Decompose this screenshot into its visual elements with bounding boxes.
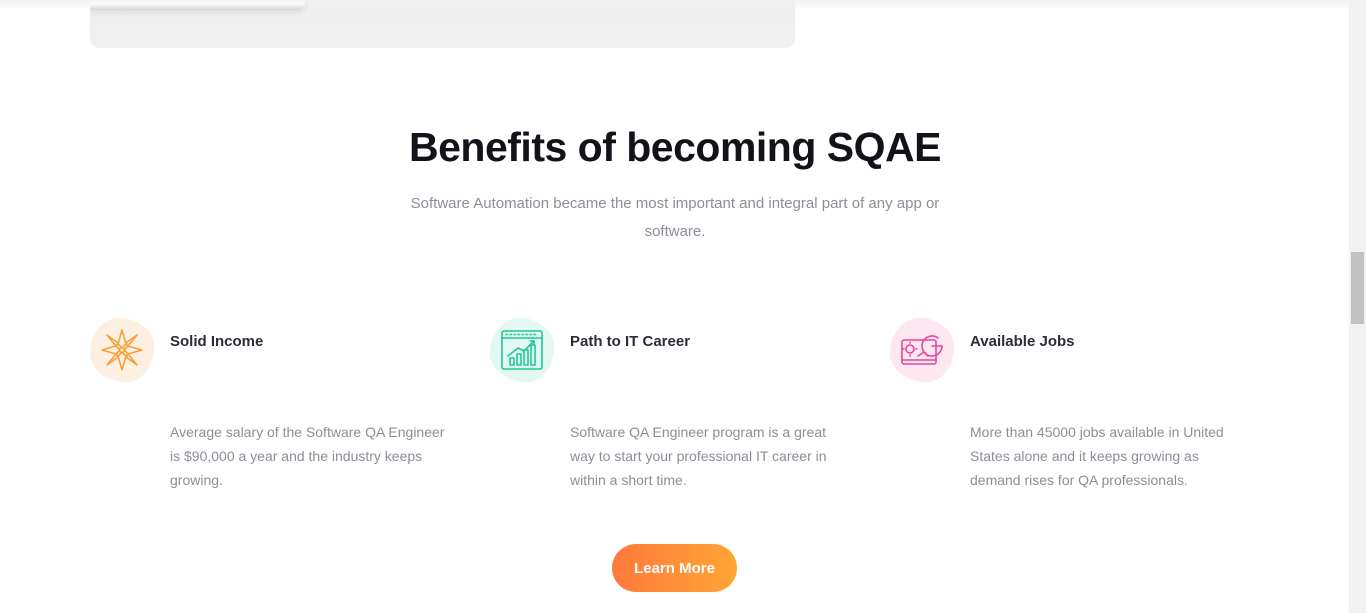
benefit-available-jobs: Available Jobs More than 45000 jobs avai… <box>890 318 1260 498</box>
laptop-image-edge <box>90 0 305 10</box>
benefit-icon-wrap <box>490 318 554 382</box>
benefit-solid-income: Solid Income Average salary of the Softw… <box>90 318 460 498</box>
page-scrollbar[interactable] <box>1349 0 1366 613</box>
section-subtitle: Software Automation became the most impo… <box>410 195 940 240</box>
benefit-description: More than 45000 jobs available in United… <box>970 424 1224 488</box>
benefit-description: Average salary of the Software QA Engine… <box>170 424 445 488</box>
growth-chart-icon <box>501 330 543 370</box>
google-search-icon <box>901 335 943 365</box>
benefit-icon-wrap <box>90 318 154 382</box>
section-title: Benefits of becoming SQAE <box>409 124 941 170</box>
hero-image <box>90 0 795 48</box>
benefit-description: Software QA Engineer program is a great … <box>570 424 827 488</box>
scrollbar-thumb[interactable] <box>1351 252 1364 324</box>
benefit-icon-wrap <box>890 318 954 382</box>
page: Benefits of becoming SQAE Software Autom… <box>0 0 1366 613</box>
learn-more-button[interactable]: Learn More <box>612 544 737 592</box>
star-flower-icon <box>101 329 143 371</box>
benefit-path-to-it-career: Path to IT Career Software QA Engineer p… <box>490 318 860 498</box>
benefit-title: Available Jobs <box>970 333 1075 350</box>
benefit-title: Path to IT Career <box>570 333 691 350</box>
benefit-title: Solid Income <box>170 333 264 350</box>
